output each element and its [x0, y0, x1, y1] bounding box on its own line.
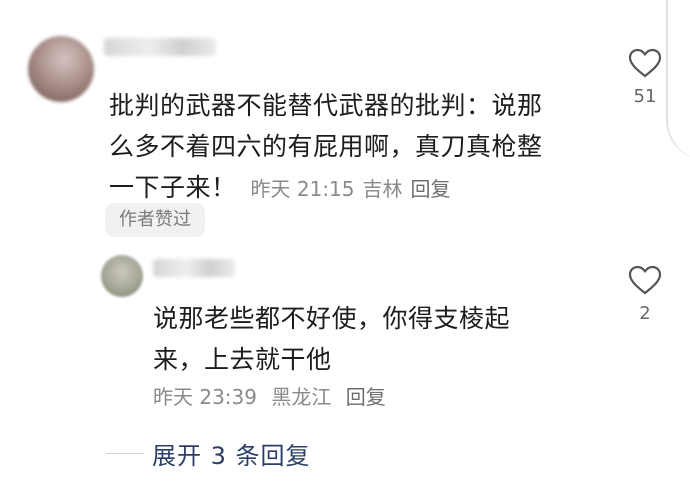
reply-username-blurred[interactable]: [153, 259, 235, 277]
like-count: 51: [633, 86, 657, 107]
reply-like-count: 2: [639, 303, 651, 324]
comment-location: 吉林: [362, 177, 403, 201]
username-blurred[interactable]: [104, 38, 216, 56]
comment-meta: 昨天 21:15 吉林 回复: [251, 177, 459, 201]
reply-text-line: 来，上去就干他: [153, 345, 332, 374]
avatar[interactable]: [28, 36, 94, 102]
reply-avatar[interactable]: [101, 255, 143, 297]
comment-text-line: 批判的武器不能替代武器的批判：说那: [109, 91, 543, 120]
reply-like-button[interactable]: 2: [619, 265, 671, 324]
reply-location: 黑龙江: [271, 385, 332, 409]
like-button[interactable]: 51: [619, 48, 671, 107]
reply-button[interactable]: 回复: [411, 177, 451, 201]
reply-reply-button[interactable]: 回复: [346, 385, 386, 409]
reply-text-line: 说那老些都不好使，你得支棱起: [153, 304, 511, 333]
reply-time: 昨天 23:39: [153, 385, 257, 409]
expand-divider: [106, 453, 144, 454]
comment-time: 昨天 21:15: [250, 177, 355, 201]
comment-text[interactable]: 批判的武器不能替代武器的批判：说那 么多不着四六的有屁用啊，真刀真枪整 一下子来…: [109, 85, 543, 210]
reply-text[interactable]: 说那老些都不好使，你得支棱起 来，上去就干他: [153, 298, 510, 380]
expand-replies-button[interactable]: 展开 3 条回复: [106, 436, 311, 471]
comment-text-line: 么多不着四六的有屁用啊，真刀真枪整: [109, 132, 543, 161]
heart-outline-icon: [628, 265, 662, 295]
author-liked-badge: 作者赞过: [105, 203, 205, 237]
comment-thread: 批判的武器不能替代武器的批判：说那 么多不着四六的有屁用啊，真刀真枪整 一下子来…: [0, 0, 690, 491]
reply-meta: 昨天 23:39 黑龙江 回复: [153, 381, 394, 410]
expand-replies-label: 展开 3 条回复: [152, 442, 311, 470]
comment-text-line-end: 一下子来！: [109, 173, 237, 202]
heart-outline-icon: [628, 48, 662, 78]
